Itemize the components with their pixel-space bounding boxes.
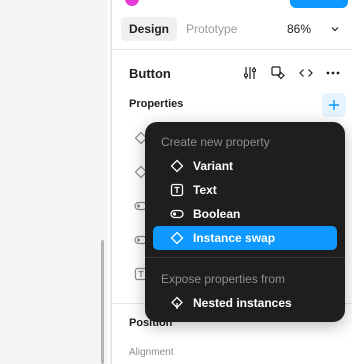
tab-prototype[interactable]: Prototype (178, 17, 245, 41)
more-icon[interactable] (325, 65, 341, 81)
canvas-scrollbar[interactable] (101, 240, 104, 364)
menu-divider (145, 257, 345, 258)
menu-section-expose: Expose properties from (161, 272, 286, 286)
chevron-down-icon[interactable] (330, 24, 340, 34)
plus-icon (329, 100, 339, 110)
nested-instances-icon (171, 296, 183, 309)
tab-design[interactable]: Design (121, 17, 178, 41)
menu-item-label: Boolean (193, 207, 241, 221)
properties-title: Properties (129, 98, 184, 110)
share-button[interactable] (290, 0, 348, 8)
menu-item-label: Nested instances (193, 296, 292, 310)
create-property-menu: Create new property Variant Text Boolean… (145, 122, 345, 322)
zoom-level[interactable]: 86% (287, 17, 311, 41)
toggle-icon (170, 209, 184, 219)
panel-border (110, 0, 112, 364)
menu-item-boolean[interactable]: Boolean (153, 202, 337, 226)
menu-item-label: Variant (193, 159, 234, 173)
instance-icon (170, 231, 184, 245)
text-icon (170, 183, 184, 197)
code-icon[interactable] (298, 65, 314, 81)
menu-item-instance-swap[interactable]: Instance swap (153, 226, 337, 250)
add-property-button[interactable] (322, 93, 346, 117)
diamond-icon (170, 159, 184, 173)
canvas-area[interactable] (0, 0, 108, 364)
component-name: Button (129, 66, 171, 81)
alignment-label: Alignment (129, 347, 174, 358)
divider (112, 49, 352, 50)
menu-item-label: Instance swap (193, 231, 276, 245)
user-avatar[interactable] (125, 0, 139, 6)
menu-item-text[interactable]: Text (153, 178, 337, 202)
component-icon[interactable] (270, 65, 286, 81)
menu-item-nested-instances[interactable]: Nested instances (153, 291, 337, 315)
menu-item-variant[interactable]: Variant (153, 154, 337, 178)
menu-section-create: Create new property (161, 135, 270, 149)
adjust-icon[interactable] (242, 65, 258, 81)
menu-item-label: Text (193, 183, 217, 197)
